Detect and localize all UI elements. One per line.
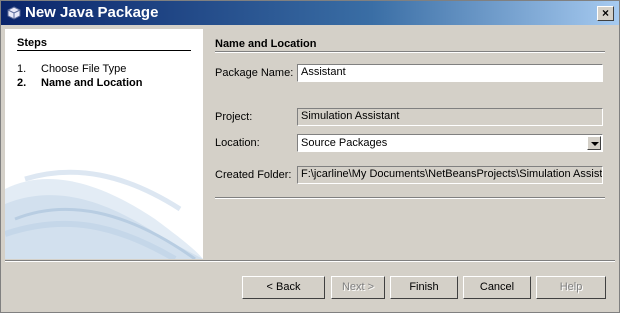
- cancel-button[interactable]: Cancel: [463, 276, 531, 299]
- location-select[interactable]: Source Packages: [297, 134, 603, 152]
- chevron-down-icon[interactable]: [587, 136, 601, 150]
- section-divider: [215, 51, 605, 53]
- created-folder-label: Created Folder:: [215, 169, 292, 181]
- help-button[interactable]: Help: [536, 276, 606, 299]
- created-folder-field: F:\jcarline\My Documents\NetBeansProject…: [297, 166, 603, 184]
- step-number: 2.: [17, 77, 27, 89]
- steps-panel: Steps 1. Choose File Type 2. Name and Loca…: [5, 29, 203, 259]
- section-title: Name and Location: [215, 38, 317, 50]
- steps-heading: Steps: [17, 37, 47, 49]
- content-divider: [215, 197, 605, 199]
- window-title: New Java Package: [25, 4, 159, 21]
- step-number: 1.: [17, 63, 27, 75]
- name-and-location-panel: Name and Location Package Name: Assistan…: [207, 29, 611, 259]
- close-button[interactable]: ×: [597, 6, 614, 21]
- decorative-swoosh-graphic: [5, 169, 203, 259]
- location-label: Location:: [215, 137, 260, 149]
- project-label: Project:: [215, 111, 253, 123]
- back-button[interactable]: < Back: [242, 276, 325, 299]
- step-item-name-and-location: 2. Name and Location: [17, 77, 142, 89]
- package-name-label: Package Name:: [215, 67, 294, 79]
- java-package-icon: [7, 6, 21, 20]
- title-bar[interactable]: New Java Package ×: [1, 1, 619, 25]
- package-name-input[interactable]: Assistant: [297, 64, 603, 82]
- steps-divider: [17, 50, 191, 51]
- step-label: Choose File Type: [41, 63, 127, 75]
- next-button[interactable]: Next >: [331, 276, 385, 299]
- new-java-package-dialog: New Java Package × Steps 1. Choose File T…: [0, 0, 620, 313]
- location-selected-value: Source Packages: [301, 137, 388, 149]
- button-bar-separator: [5, 260, 615, 262]
- finish-button[interactable]: Finish: [390, 276, 458, 299]
- step-item-choose-file-type: 1. Choose File Type: [17, 63, 126, 75]
- step-label: Name and Location: [41, 77, 143, 89]
- project-field: Simulation Assistant: [297, 108, 603, 126]
